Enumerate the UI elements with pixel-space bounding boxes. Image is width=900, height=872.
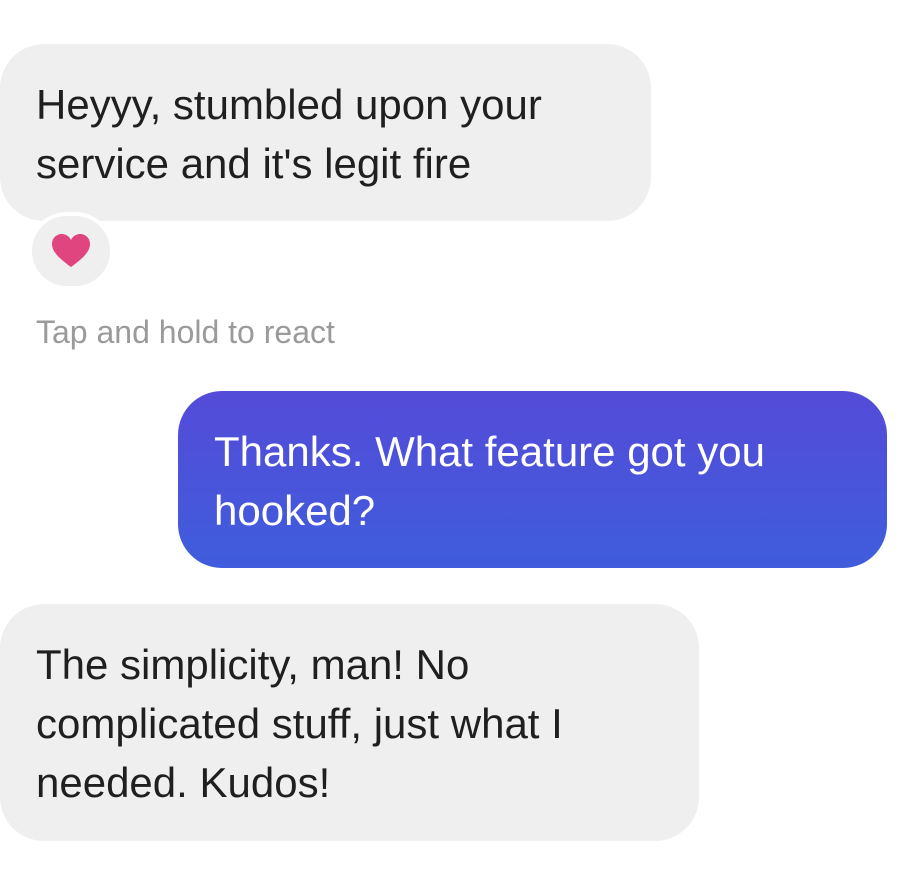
reaction-hint: Tap and hold to react [36,314,335,350]
incoming-message-bubble[interactable]: Heyyy, stumbled upon your service and it… [0,44,651,221]
incoming-message-bubble[interactable]: The simplicity, man! No complicated stuf… [0,604,699,841]
heart-icon [52,234,90,267]
outgoing-message-bubble[interactable]: Thanks. What feature got you hooked? [178,391,887,568]
reaction-badge[interactable] [28,212,114,290]
chat-thread: Heyyy, stumbled upon your service and it… [0,0,900,872]
